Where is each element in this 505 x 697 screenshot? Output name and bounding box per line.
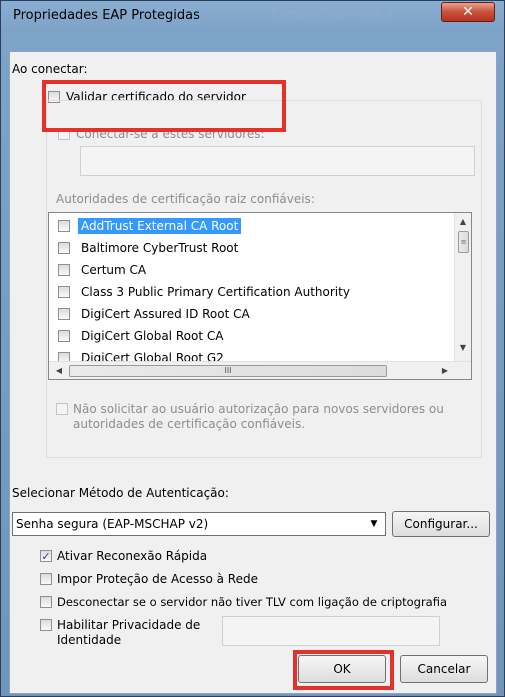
dialog-window: Propriedades EAP Protegidas Compartilhar… bbox=[0, 0, 505, 697]
ca-item-label: Certum CA bbox=[81, 263, 147, 277]
trusted-ca-list[interactable]: AddTrust External CA Root Baltimore Cybe… bbox=[48, 212, 472, 380]
identity-privacy-label-line2: Identidade bbox=[57, 633, 122, 647]
vertical-scroll-thumb[interactable]: ≡ bbox=[458, 231, 469, 253]
scroll-down-icon[interactable]: ▼ bbox=[455, 343, 471, 352]
disconnect-tlv-label: Desconectar se o servidor não tiver TLV … bbox=[57, 595, 448, 609]
identity-privacy-checkbox[interactable] bbox=[40, 619, 52, 631]
ca-list-horizontal-scrollbar[interactable]: ◀ III ▶ bbox=[49, 361, 471, 379]
fast-reconnect-checkbox[interactable]: ✓ bbox=[40, 550, 52, 562]
ca-list-item[interactable]: AddTrust External CA Root bbox=[49, 215, 242, 237]
identity-input[interactable] bbox=[222, 616, 440, 646]
ca-item-checkbox[interactable] bbox=[58, 330, 70, 342]
disconnect-tlv-checkbox[interactable] bbox=[40, 596, 52, 608]
scroll-right-icon[interactable]: ▶ bbox=[439, 366, 451, 375]
identity-privacy-label-line1: Habilitar Privacidade de bbox=[57, 618, 201, 632]
ca-item-checkbox[interactable] bbox=[58, 286, 70, 298]
scroll-left-icon[interactable]: ◀ bbox=[53, 366, 65, 375]
ca-list-item[interactable]: Baltimore CyberTrust Root bbox=[49, 237, 241, 259]
no-prompt-label-line1: Não solicitar ao usuário autorização par… bbox=[73, 402, 444, 416]
nap-option[interactable]: Impor Proteção de Acesso à Rede bbox=[40, 572, 258, 586]
disconnect-tlv-option[interactable]: Desconectar se o servidor não tiver TLV … bbox=[40, 595, 447, 609]
connect-heading: Ao conectar: bbox=[12, 62, 88, 76]
ca-item-label: Baltimore CyberTrust Root bbox=[81, 241, 239, 255]
ca-item-label: Class 3 Public Primary Certification Aut… bbox=[81, 285, 350, 299]
cancel-button[interactable]: Cancelar bbox=[400, 655, 488, 683]
dialog-client-area: Ao conectar: Validar certificado do serv… bbox=[9, 51, 497, 694]
ca-list-vertical-scrollbar[interactable]: ▲ ≡ ▼ bbox=[454, 213, 471, 361]
fast-reconnect-option[interactable]: ✓ Ativar Reconexão Rápida bbox=[40, 549, 207, 563]
servers-input[interactable] bbox=[80, 146, 475, 176]
scroll-up-icon[interactable]: ▲ bbox=[455, 217, 471, 226]
fast-reconnect-label: Ativar Reconexão Rápida bbox=[57, 549, 208, 563]
scroll-thumb-grip-icon: III bbox=[224, 366, 232, 375]
nap-checkbox[interactable] bbox=[40, 573, 52, 585]
dropdown-arrow-icon: ▼ bbox=[370, 519, 378, 529]
no-prompt-label-line2: autoridades de certificação confiáveis. bbox=[73, 417, 306, 431]
identity-privacy-option[interactable]: Habilitar Privacidade de Identidade bbox=[40, 618, 200, 648]
ca-list-item[interactable]: Class 3 Public Primary Certification Aut… bbox=[49, 281, 353, 303]
auth-method-value: Senha segura (EAP-MSCHAP v2) bbox=[16, 517, 209, 531]
no-prompt-label: Não solicitar ao usuário autorização par… bbox=[73, 402, 444, 432]
title-bar: Propriedades EAP Protegidas Compartilhar… bbox=[1, 1, 504, 31]
ca-item-checkbox[interactable] bbox=[58, 220, 70, 232]
auth-method-select[interactable]: Senha segura (EAP-MSCHAP v2) ▼ bbox=[12, 512, 386, 536]
trusted-ca-label: Autoridades de certificação raiz confiáv… bbox=[56, 192, 315, 206]
configure-button[interactable]: Configurar... bbox=[392, 511, 490, 537]
ok-button-highlight bbox=[293, 650, 394, 690]
no-prompt-option[interactable]: Não solicitar ao usuário autorização par… bbox=[56, 402, 444, 432]
ca-item-checkbox[interactable] bbox=[58, 264, 70, 276]
ca-item-label: DigiCert Assured ID Root CA bbox=[81, 307, 250, 321]
window-title: Propriedades EAP Protegidas bbox=[13, 8, 200, 23]
ca-item-label: AddTrust External CA Root bbox=[78, 218, 242, 234]
background-window-title: Compartilhar rede × bbox=[271, 7, 395, 21]
ca-list-item[interactable]: DigiCert Assured ID Root CA bbox=[49, 303, 253, 325]
ca-item-checkbox[interactable] bbox=[58, 242, 70, 254]
no-prompt-checkbox[interactable] bbox=[56, 403, 68, 415]
ca-list-item[interactable]: Certum CA bbox=[49, 259, 149, 281]
ca-list-item[interactable]: DigiCert Global Root CA bbox=[49, 325, 226, 347]
horizontal-scroll-thumb[interactable]: III bbox=[69, 365, 387, 377]
validate-cert-highlight bbox=[42, 80, 286, 132]
ca-item-checkbox[interactable] bbox=[58, 308, 70, 320]
auth-method-label: Selecionar Método de Autenticação: bbox=[12, 486, 229, 500]
close-icon: ✕ bbox=[462, 4, 474, 20]
close-button[interactable]: ✕ bbox=[441, 2, 495, 22]
ca-item-label: DigiCert Global Root CA bbox=[81, 329, 224, 343]
nap-label: Impor Proteção de Acesso à Rede bbox=[57, 572, 258, 586]
identity-privacy-label: Habilitar Privacidade de Identidade bbox=[57, 618, 200, 648]
